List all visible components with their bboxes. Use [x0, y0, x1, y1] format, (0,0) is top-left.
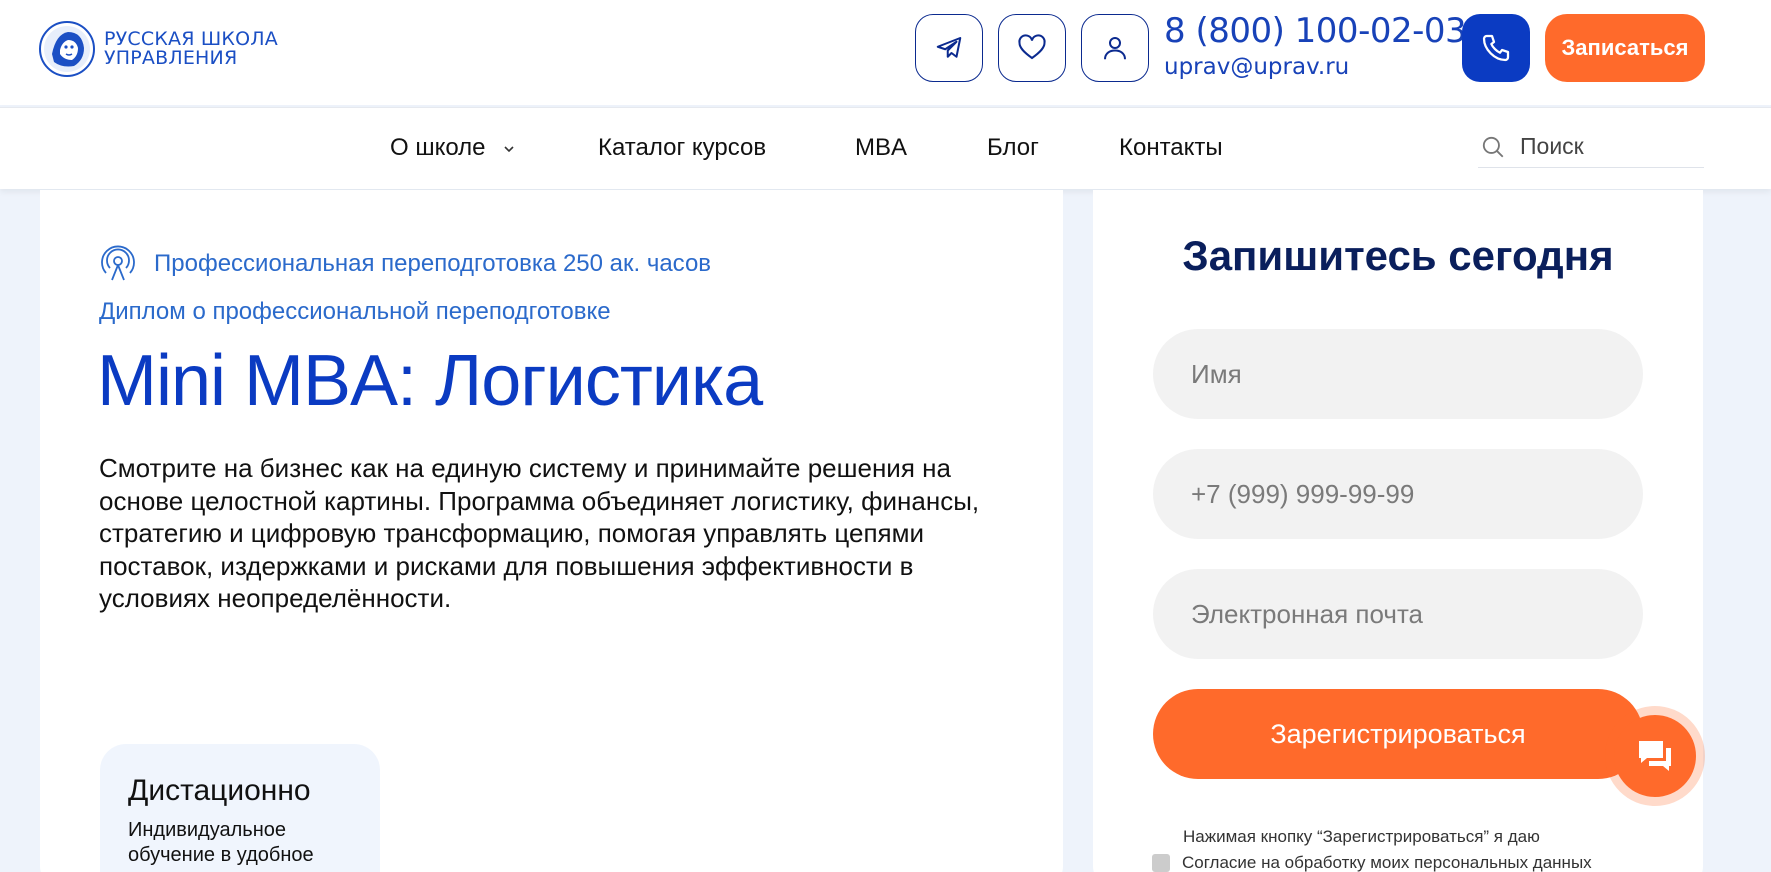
signup-button[interactable]: Записаться	[1545, 14, 1705, 82]
nav-item-about[interactable]: О школе	[390, 134, 516, 162]
search-input[interactable]	[1520, 133, 1690, 160]
course-type: Профессиональная переподготовка 250 ак. …	[98, 244, 711, 284]
nav-item-catalog[interactable]: Каталог курсов	[598, 134, 766, 162]
main-nav: О школе Каталог курсов MBA Блог Контакты	[0, 107, 1771, 189]
register-button[interactable]: Зарегистрироваться	[1153, 689, 1643, 779]
chat-icon	[1639, 741, 1671, 771]
course-description: Смотрите на бизнес как на единую систему…	[99, 453, 980, 613]
name-field[interactable]	[1153, 329, 1643, 419]
chat-button[interactable]	[1605, 706, 1705, 806]
logo[interactable]: Русская школа управления	[38, 20, 278, 78]
format-title: Дистационно	[128, 774, 311, 807]
course-type-text: Профессиональная переподготовка 250 ак. …	[154, 250, 712, 277]
telegram-button[interactable]	[915, 14, 983, 82]
top-header: Русская школа управления 8 (800) 100-02-…	[0, 0, 1771, 105]
form-title: Запишитесь сегодня	[1182, 232, 1614, 279]
format-description: Индивидуальное обучение в удобное	[128, 819, 314, 866]
consent-checkbox[interactable]	[1152, 854, 1170, 872]
phone-number-link[interactable]: 8 (800) 100-02-03	[1164, 10, 1467, 52]
user-icon	[1104, 37, 1126, 60]
search-bar	[1478, 126, 1704, 168]
consent-row: Согласие на обработку моих персональных …	[1152, 853, 1592, 872]
search-icon[interactable]	[1480, 134, 1506, 160]
format-card: Дистационно Индивидуальное обучение в уд…	[100, 744, 380, 872]
chevron-down-icon	[504, 146, 514, 152]
broadcast-icon	[101, 245, 135, 281]
email-field[interactable]	[1153, 569, 1643, 659]
diploma-text: Диплом о профессиональной переподготовке	[99, 298, 611, 325]
favorites-button[interactable]	[998, 14, 1066, 82]
call-button[interactable]	[1462, 14, 1530, 82]
consent-text: Нажимая кнопку “Зарегистрироваться” я да…	[1183, 827, 1540, 846]
telegram-icon	[936, 37, 962, 58]
contacts: 8 (800) 100-02-03 uprav@uprav.ru	[1164, 10, 1467, 82]
account-button[interactable]	[1081, 14, 1149, 82]
nav-item-mba[interactable]: MBA	[855, 134, 907, 162]
email-link[interactable]: uprav@uprav.ru	[1164, 52, 1466, 82]
heart-icon	[1018, 34, 1046, 60]
course-title: Mini MBA: Логистика	[97, 341, 763, 421]
phone-icon	[1482, 34, 1510, 62]
nav-item-label: О школе	[390, 134, 486, 161]
nav-item-contacts[interactable]: Контакты	[1119, 134, 1223, 162]
chat-button-inner	[1614, 715, 1696, 797]
nav-item-blog[interactable]: Блог	[987, 134, 1039, 162]
lion-logo-icon	[39, 21, 95, 77]
phone-field[interactable]	[1153, 449, 1643, 539]
logo-text: Русская школа управления	[104, 30, 278, 68]
consent-link[interactable]: Согласие на обработку моих персональных …	[1182, 853, 1592, 872]
logo-line2: управления	[104, 47, 238, 69]
